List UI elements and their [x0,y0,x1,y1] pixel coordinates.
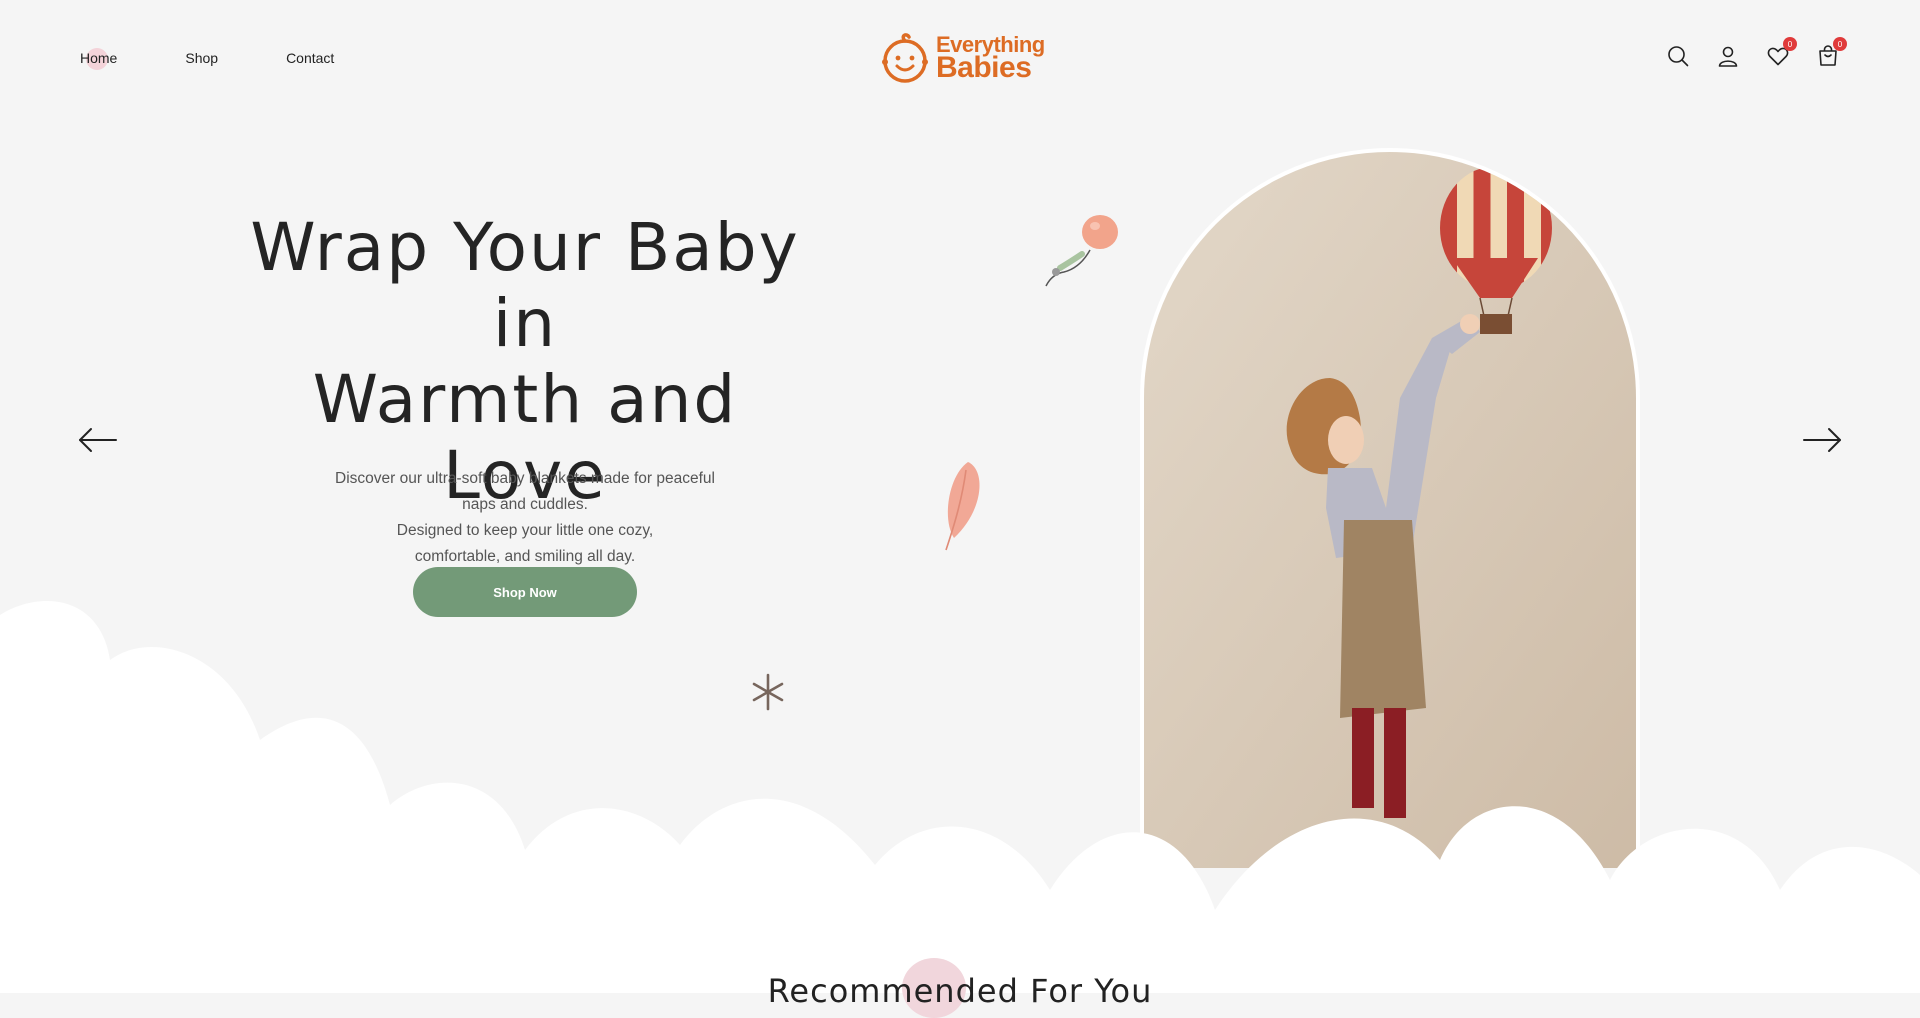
hero-description-line: naps and cuddles. [462,495,588,513]
hero-description-line: Discover our ultra-soft baby blankets ma… [335,469,715,487]
cloud-divider [0,601,1920,993]
wishlist-count-badge: 0 [1783,37,1797,51]
balloon-decoration [1045,215,1118,287]
cart-button[interactable]: 0 [1816,37,1847,68]
hero-description: Discover our ultra-soft baby blankets ma… [320,466,730,570]
wishlist-button[interactable]: 0 [1766,37,1797,68]
baby-face-icon [882,33,928,83]
main-nav: Home Shop Contact [80,48,402,70]
slider-next-button[interactable] [1802,425,1842,455]
nav-link-shop[interactable]: Shop [185,50,218,66]
nav-link-contact[interactable]: Contact [286,50,334,66]
hero-title-line: Wrap Your Baby [250,209,800,286]
cart-count-badge: 0 [1833,37,1847,51]
account-button[interactable] [1716,44,1740,68]
arrow-right-icon [1803,428,1841,452]
slider-prev-button[interactable] [78,425,118,455]
feather-decoration [945,462,980,551]
user-icon [1718,46,1738,67]
recommended-title: Recommended For You [767,972,1153,1010]
search-button[interactable] [1666,44,1690,68]
logo-text: Everything Babies [936,33,1045,85]
logo[interactable]: Everything Babies [880,32,1045,84]
logo-line-2: Babies [936,51,1032,85]
hero-description-line: Designed to keep your little one cozy, [396,521,654,539]
search-icon [1668,46,1689,67]
site-header: Home Shop Contact Everything Babies 0 0 [0,0,1920,115]
hero-title-line: in [492,285,558,362]
hero-description-line: comfortable, and smiling all day. [414,547,636,565]
nav-link-home[interactable]: Home [80,48,117,70]
arrow-left-icon [79,428,117,452]
header-actions: 0 0 [1666,37,1847,68]
